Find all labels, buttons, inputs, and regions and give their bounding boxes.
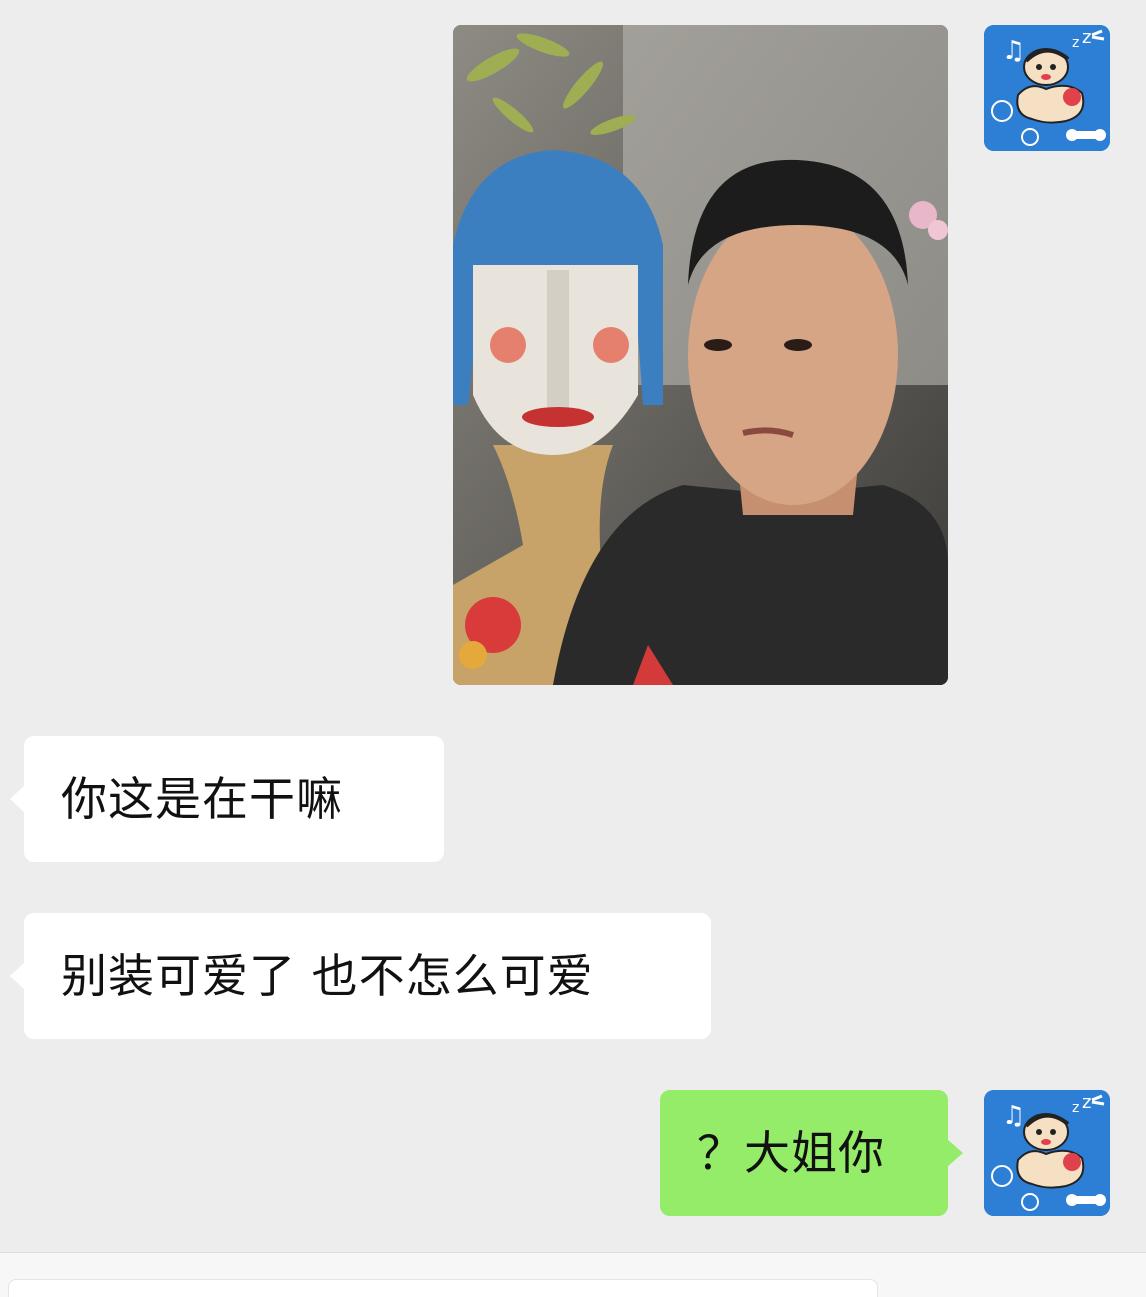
crayon-shinchan-avatar-icon: ♫ z z [984,1090,1110,1216]
message-text: 你这是在干嘛 [61,772,343,826]
svg-text:z: z [1072,35,1079,51]
message-input[interactable] [8,1279,878,1297]
svg-text:z: z [1072,1100,1079,1116]
self-avatar[interactable]: ♫ z z [984,1090,1110,1216]
outgoing-message-bubble[interactable]: ？大姐你 [660,1090,963,1216]
chat-window: ♫ z z 你这是在干嘛 别装可爱了 也不怎么可爱 ？大姐你 ♫ z z [0,0,1146,1297]
incoming-message-bubble[interactable]: 你这是在干嘛 [10,736,444,862]
svg-text:♫: ♫ [1002,1101,1025,1131]
input-bar [0,1252,1146,1297]
svg-text:z: z [1082,1092,1091,1113]
self-avatar[interactable]: ♫ z z [984,25,1110,151]
message-text: 别装可爱了 也不怎么可爱 [61,949,594,1003]
svg-text:♫: ♫ [1002,36,1025,66]
photo-image [453,25,948,685]
crayon-shinchan-avatar-icon: ♫ z z [984,25,1110,151]
svg-text:z: z [1082,27,1091,48]
photo-message[interactable] [453,25,948,685]
message-text: ？大姐你 [697,1126,885,1180]
incoming-message-bubble[interactable]: 别装可爱了 也不怎么可爱 [10,913,711,1039]
